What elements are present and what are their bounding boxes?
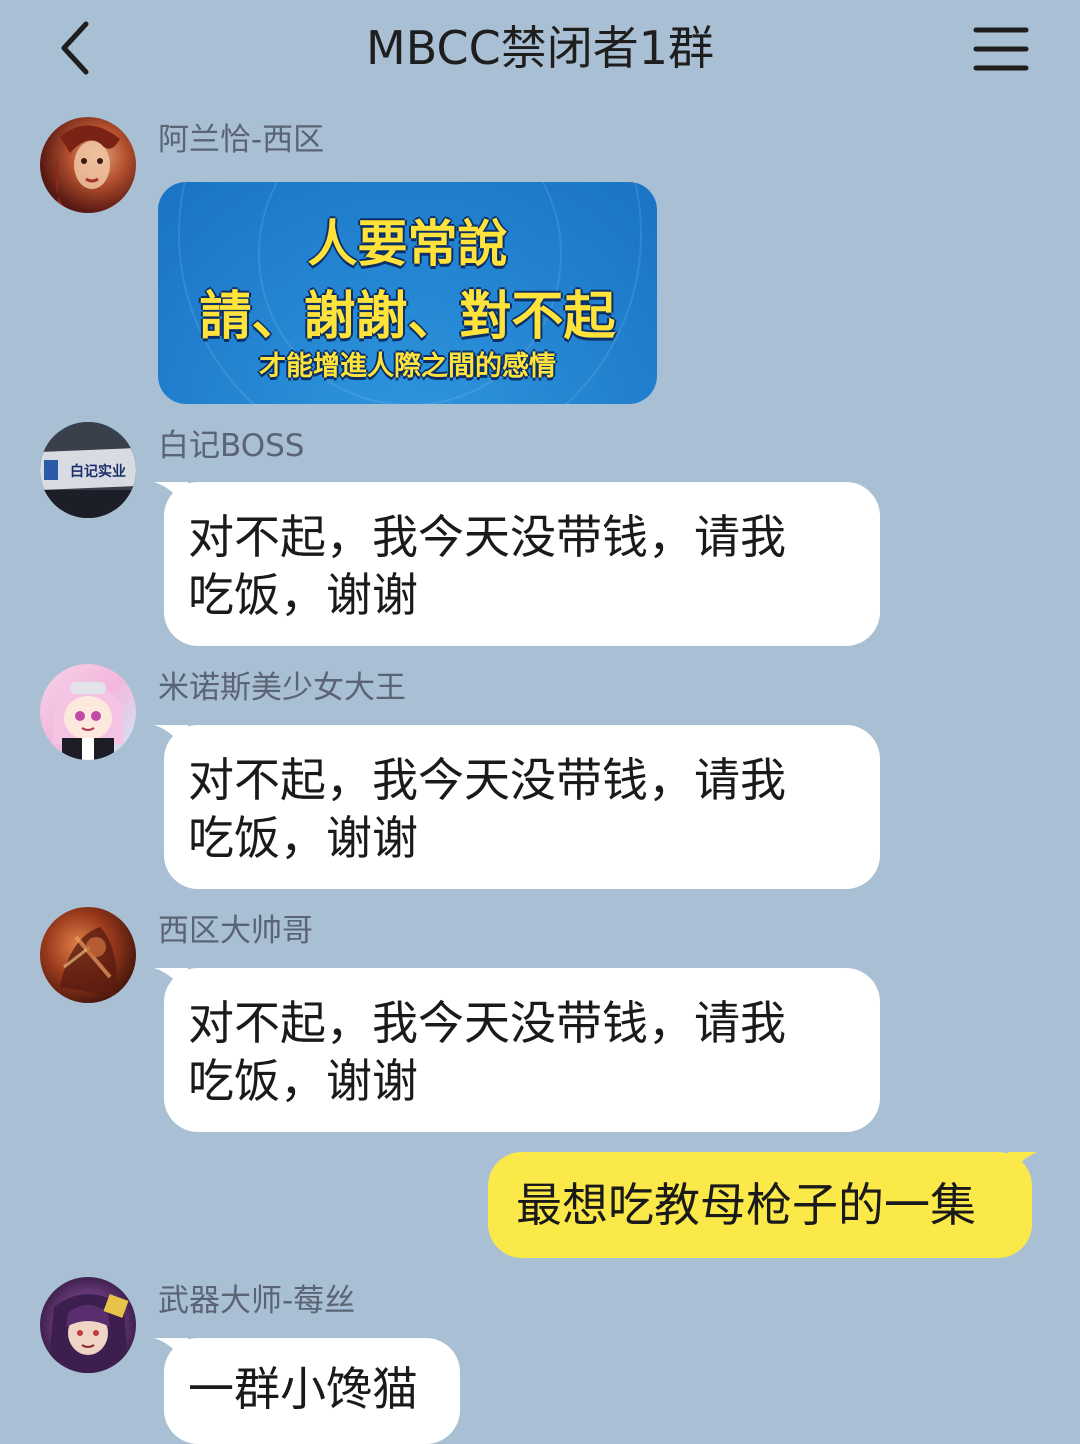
bubble-tail <box>154 725 188 755</box>
message-bubble[interactable]: 对不起，我今天没带钱，请我 吃饭，谢谢 <box>154 482 880 646</box>
sender-name: 武器大师-莓丝 <box>158 1283 356 1319</box>
sender-name: 阿兰恰-西区 <box>158 122 325 158</box>
avatar-portrait-icon <box>55 125 120 213</box>
message-bubble[interactable]: 对不起，我今天没带钱，请我 吃饭，谢谢 <box>154 968 880 1132</box>
image-text-line: 人要常說 <box>307 215 508 273</box>
sender-name: 西区大帅哥 <box>158 913 313 949</box>
avatar-sign-icon: 白记实业 <box>40 422 136 518</box>
bubble-tail <box>154 482 188 512</box>
chat-header: MBCC禁闭者1群 <box>0 0 1080 100</box>
avatar[interactable] <box>40 117 136 213</box>
avatar[interactable] <box>40 907 136 1003</box>
bubble-tail <box>1008 1152 1038 1180</box>
avatar[interactable]: 白记实业 <box>40 422 136 518</box>
message-bubble[interactable]: 对不起，我今天没带钱，请我 吃饭，谢谢 <box>154 725 880 889</box>
svg-text:白记实业: 白记实业 <box>70 463 126 480</box>
bubble-tail <box>154 968 188 998</box>
hamburger-menu-icon <box>973 27 1029 71</box>
avatar-weapon-master-icon <box>48 1294 129 1373</box>
image-text-line: 才能增進人際之間的感情 <box>259 351 556 382</box>
message-text-line: 吃饭，谢谢 <box>188 811 418 865</box>
sender-name: 白记BOSS <box>158 428 305 464</box>
message-text-line: 对不起，我今天没带钱，请我 <box>188 510 786 564</box>
message-text-line: 对不起，我今天没带钱，请我 <box>188 753 786 807</box>
sender-name: 米诺斯美少女大王 <box>158 670 406 706</box>
image-text-line: 請、謝謝、對不起 <box>199 287 616 347</box>
message-text-line: 一群小馋猫 <box>188 1362 418 1416</box>
message-text-line: 吃饭，谢谢 <box>188 1054 418 1108</box>
avatar-anime-girl-icon <box>52 682 124 760</box>
image-message[interactable]: 人要常說 請、謝謝、對不起 才能增進人際之間的感情 <box>158 182 657 404</box>
message-text-line: 对不起，我今天没带钱，请我 <box>188 996 786 1050</box>
message-text-line: 吃饭，谢谢 <box>188 568 418 622</box>
menu-button[interactable] <box>972 24 1030 74</box>
outgoing-message-bubble[interactable]: 最想吃教母枪子的一集 <box>488 1152 1038 1258</box>
message-text: 最想吃教母枪子的一集 <box>516 1178 976 1232</box>
avatar-fighter-icon <box>60 927 117 997</box>
avatar[interactable] <box>40 1277 136 1373</box>
avatar[interactable] <box>40 664 136 760</box>
message-bubble[interactable]: 一群小馋猫 <box>154 1338 460 1444</box>
bubble-tail <box>154 1338 188 1368</box>
chat-title: MBCC禁闭者1群 <box>366 21 714 75</box>
